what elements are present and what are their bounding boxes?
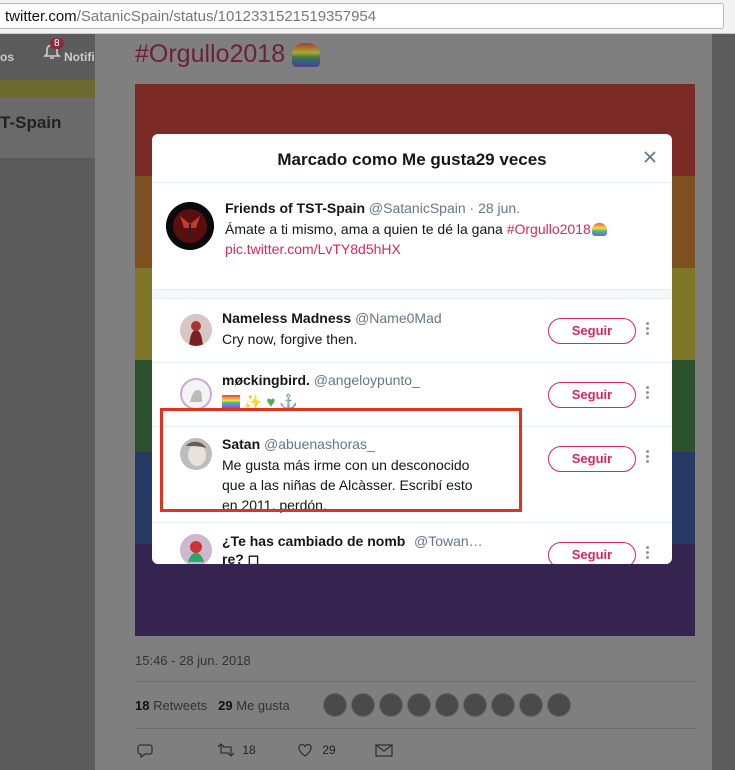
tweet-hashtag[interactable]: #Orgullo2018 [135, 40, 321, 69]
tweet-stats: 18 Retweets 29 Me gusta [135, 698, 290, 713]
profile-card: T-Spain [0, 98, 95, 158]
notification-count-badge: 8 [50, 38, 64, 49]
more-options-icon[interactable] [646, 450, 650, 465]
url-path: /SatanicSpain/status/1012331521519357954 [76, 8, 377, 25]
user-name[interactable]: ¿Te has cambiado de nomb re? ◻ [222, 532, 408, 564]
avatar[interactable] [180, 378, 212, 410]
more-options-icon[interactable] [646, 546, 650, 561]
right-column [712, 34, 735, 770]
retweet-button[interactable]: 18 [217, 742, 256, 761]
original-tweet[interactable]: Friends of TST-Spain @SatanicSpain · 28 … [152, 183, 672, 290]
url-field[interactable]: twitter.com/SatanicSpain/status/10123315… [0, 3, 724, 29]
avatar[interactable] [180, 534, 212, 564]
avatar[interactable] [180, 314, 212, 346]
user-name-line: Nameless Madness @Name0Mad [222, 310, 442, 326]
rainbow-flag-emoji-icon [222, 395, 240, 408]
follow-button[interactable]: Seguir [548, 542, 636, 564]
heart-icon [298, 743, 312, 757]
like-button[interactable]: 29 [297, 742, 336, 761]
likes-count[interactable]: 29 [218, 698, 232, 713]
nav-item-moments[interactable]: os [0, 50, 14, 64]
retweets-count[interactable]: 18 [135, 698, 149, 713]
more-options-icon[interactable] [646, 322, 650, 337]
avatar[interactable] [519, 693, 543, 717]
user-name-line: ¿Te has cambiado de nomb re? ◻ @Towan… [222, 532, 492, 564]
avatar[interactable] [166, 202, 214, 250]
modal-header: Marcado como Me gusta29 veces [152, 134, 672, 183]
follow-button[interactable]: Seguir [548, 318, 636, 344]
retweet-icon [217, 743, 235, 757]
tweet-date: · 28 jun. [465, 200, 521, 216]
nav-item-notifications[interactable]: 8 Notifi [42, 38, 95, 67]
user-name-line: møckingbird. @angeloypunto_ [222, 372, 420, 388]
tweet-timestamp[interactable]: 15:46 - 28 jun. 2018 [135, 653, 251, 668]
tweet-text: Ámate a ti mismo, ama a quien te dé la g… [225, 219, 645, 259]
notifications-label: Notifi [64, 50, 95, 64]
profile-banner [0, 80, 95, 98]
author-handle: @SatanicSpain [368, 200, 466, 216]
user-handle: @angeloypunto_ [313, 372, 420, 388]
tweet-hashtag-link[interactable]: #Orgullo2018 [507, 221, 591, 237]
follow-button[interactable]: Seguir [548, 382, 636, 408]
avatar[interactable] [351, 693, 375, 717]
close-icon [644, 151, 656, 163]
tweet-author[interactable]: Friends of TST-Spain @SatanicSpain · 28 … [225, 200, 520, 216]
profile-name[interactable]: T-Spain [0, 113, 61, 133]
close-button[interactable] [640, 147, 660, 167]
avatar[interactable] [491, 693, 515, 717]
like-count: 29 [322, 743, 336, 757]
user-name[interactable]: Nameless Madness [222, 310, 351, 326]
user-handle: @Towan… [414, 533, 483, 549]
highlight-box [160, 408, 522, 512]
avatar[interactable] [435, 693, 459, 717]
likes-label[interactable]: Me gusta [236, 698, 289, 713]
retweets-label[interactable]: Retweets [153, 698, 207, 713]
user-handle: @Name0Mad [355, 310, 442, 326]
retweet-count: 18 [242, 743, 256, 757]
divider [135, 728, 695, 729]
tweet-media-link[interactable]: pic.twitter.com/LvTY8d5hHX [225, 241, 401, 257]
modal-title: Marcado como Me gusta29 veces [277, 150, 547, 169]
rainbow-heart-icon [292, 43, 321, 68]
follow-button[interactable]: Seguir [548, 446, 636, 472]
avatar[interactable] [407, 693, 431, 717]
more-options-icon[interactable] [646, 386, 650, 401]
author-name: Friends of TST-Spain [225, 200, 366, 216]
user-name[interactable]: møckingbird. [222, 372, 310, 388]
list-item[interactable]: ¿Te has cambiado de nomb re? ◻ @Towan… S… [152, 522, 672, 564]
user-bio: Cry now, forgive then. [222, 331, 358, 347]
liker-avatars [323, 693, 575, 722]
list-item[interactable]: Nameless Madness @Name0Mad Cry now, forg… [152, 298, 672, 363]
avatar[interactable] [379, 693, 403, 717]
avatar[interactable] [463, 693, 487, 717]
baphomet-logo-icon [166, 202, 214, 250]
browser-address-bar: twitter.com/SatanicSpain/status/10123315… [0, 0, 735, 34]
message-icon[interactable] [375, 742, 393, 761]
tweet-body: Ámate a ti mismo, ama a quien te dé la g… [225, 221, 507, 237]
reply-icon[interactable] [137, 742, 153, 761]
url-host: twitter.com [5, 8, 77, 25]
rainbow-heart-icon [591, 223, 607, 236]
avatar[interactable] [323, 693, 347, 717]
divider [135, 681, 695, 682]
avatar[interactable] [547, 693, 571, 717]
hashtag-text: #Orgullo2018 [135, 40, 286, 68]
